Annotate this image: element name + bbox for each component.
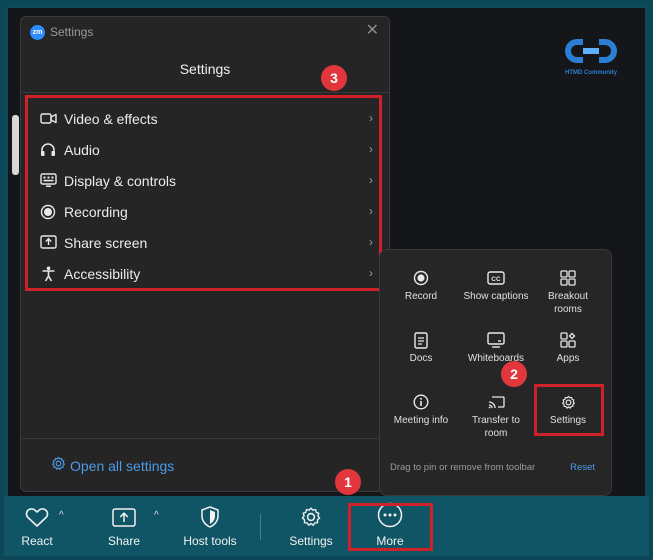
toolbar-label: Host tools bbox=[183, 534, 237, 548]
apps-icon bbox=[535, 328, 601, 352]
meeting-toolbar: React ^ Share ^ Host tools Settings More bbox=[4, 496, 649, 556]
breakout-rooms-icon bbox=[535, 266, 601, 290]
docs-icon bbox=[388, 328, 454, 352]
shield-icon bbox=[180, 496, 240, 530]
toolbar-divider bbox=[260, 514, 261, 540]
toolbar-label: Settings bbox=[289, 534, 333, 548]
logo-text: HTMD Community bbox=[565, 70, 617, 76]
highlight-box-more-button bbox=[348, 503, 433, 551]
reset-link[interactable]: Reset bbox=[570, 462, 595, 473]
highlight-box-settings-menu bbox=[25, 95, 382, 291]
toolbar-host-tools-button[interactable]: Host tools bbox=[180, 496, 240, 556]
share-icon bbox=[102, 496, 146, 530]
info-icon bbox=[386, 390, 456, 414]
gear-icon bbox=[284, 496, 338, 530]
closed-captions-icon: CC bbox=[463, 266, 529, 290]
tile-label: Breakout rooms bbox=[547, 291, 589, 315]
step-badge-3: 3 bbox=[321, 65, 347, 91]
step-badge-1: 1 bbox=[335, 469, 361, 495]
tile-record[interactable]: Record bbox=[388, 266, 454, 322]
heart-icon bbox=[14, 496, 60, 530]
tile-transfer-to-room[interactable]: Transfer to room bbox=[463, 390, 529, 446]
share-options-caret[interactable]: ^ bbox=[154, 510, 159, 521]
tile-breakout-rooms[interactable]: Breakout rooms bbox=[535, 266, 601, 322]
gear-icon bbox=[51, 456, 66, 476]
zoom-app-icon: zm bbox=[30, 25, 45, 40]
tile-label: Show captions bbox=[463, 291, 529, 302]
window-title: Settings bbox=[50, 25, 94, 39]
open-all-settings-link[interactable]: Open all settings bbox=[51, 456, 174, 476]
step-badge-2: 2 bbox=[501, 361, 527, 387]
toolbar-react-button[interactable]: React bbox=[14, 496, 60, 556]
tile-label: Meeting info bbox=[393, 415, 449, 426]
tile-label: Record bbox=[404, 291, 438, 302]
scrollbar-handle[interactable] bbox=[12, 115, 19, 175]
toolbar-label: React bbox=[21, 534, 53, 548]
tile-label: Docs bbox=[409, 353, 433, 364]
community-logo: HTMD Community bbox=[556, 33, 626, 83]
toolbar-label: Share bbox=[107, 534, 141, 548]
more-options-panel: Record CC Show captions Breakout rooms D… bbox=[379, 249, 612, 496]
tile-meeting-info[interactable]: Meeting info bbox=[386, 390, 456, 446]
tile-docs[interactable]: Docs bbox=[388, 328, 454, 384]
toolbar-settings-button[interactable]: Settings bbox=[284, 496, 338, 556]
tile-apps[interactable]: Apps bbox=[535, 328, 601, 384]
close-icon[interactable]: ✕ bbox=[366, 23, 379, 39]
open-all-settings-label: Open all settings bbox=[70, 458, 175, 474]
record-icon bbox=[388, 266, 454, 290]
divider bbox=[21, 92, 389, 93]
window-titlebar[interactable]: zm Settings ✕ bbox=[21, 17, 389, 47]
tile-label: Apps bbox=[556, 353, 580, 364]
svg-text:CC: CC bbox=[491, 276, 501, 283]
react-options-caret[interactable]: ^ bbox=[59, 510, 64, 521]
highlight-box-settings-tile bbox=[534, 384, 604, 436]
whiteboard-icon bbox=[460, 328, 532, 352]
divider bbox=[21, 438, 389, 439]
tile-label: Transfer to room bbox=[472, 415, 520, 439]
cast-icon bbox=[463, 390, 529, 414]
toolbar-share-button[interactable]: Share bbox=[102, 496, 146, 556]
tile-show-captions[interactable]: CC Show captions bbox=[463, 266, 529, 322]
panel-hint-text: Drag to pin or remove from toolbar bbox=[390, 462, 536, 473]
